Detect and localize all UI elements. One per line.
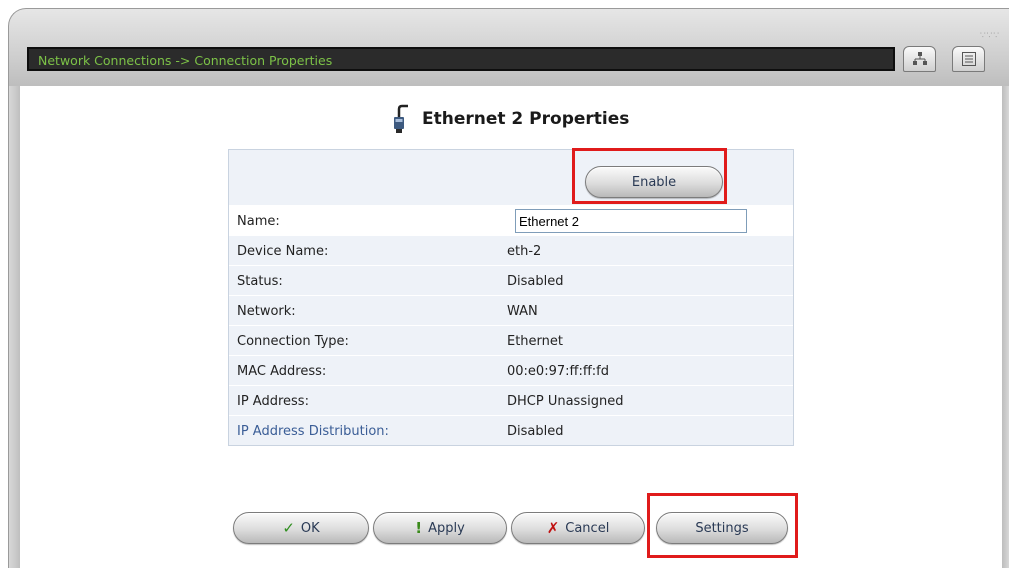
network-map-icon [913,52,927,65]
connection-type-value: Ethernet [507,334,563,349]
table-row: Connection Type: Ethernet [229,325,793,355]
cancel-button-label: Cancel [565,520,610,536]
table-row: MAC Address: 00:e0:97:ff:ff:fd [229,355,793,385]
name-field[interactable] [515,209,747,233]
apply-button-label: Apply [428,520,465,536]
table-row: Network: WAN [229,295,793,325]
ip-address-value: DHCP Unassigned [507,394,624,409]
device-name-label: Device Name: [237,244,329,259]
status-label: Status: [237,274,283,289]
connection-type-label: Connection Type: [237,334,349,349]
mac-address-label: MAC Address: [237,364,327,379]
mac-address-value: 00:e0:97:ff:ff:fd [507,364,609,379]
network-value: WAN [507,304,538,319]
device-name-value: eth-2 [507,244,542,259]
breadcrumb: Network Connections -> Connection Proper… [38,53,333,68]
list-view-icon [962,52,976,66]
list-view-button[interactable] [952,46,985,72]
highlight-box-settings [647,493,798,558]
table-row-name: Name: [229,205,793,235]
check-icon: ✓ [282,519,295,537]
page-title-text: Ethernet 2 Properties [422,109,630,129]
status-value: Disabled [507,274,564,289]
table-row: Device Name: eth-2 [229,235,793,265]
apply-button[interactable]: ! Apply [373,512,507,544]
ok-button-label: OK [300,520,320,536]
table-row: IP Address Distribution: Disabled [229,415,793,445]
network-label: Network: [237,304,296,319]
window-border-right [1002,86,1009,568]
highlight-box-enable [572,148,727,204]
ip-address-distribution-value: Disabled [507,424,564,439]
ip-address-label: IP Address: [237,394,309,409]
table-row: IP Address: DHCP Unassigned [229,385,793,415]
title-bar: Network Connections -> Connection Proper… [27,47,895,71]
ethernet-cable-icon [394,104,408,133]
network-map-button[interactable] [903,46,936,72]
ok-button[interactable]: ✓ OK [233,512,369,544]
cancel-button[interactable]: ✗ Cancel [511,512,645,544]
app-window: ∵∵∵ Network Connections -> Connection Pr… [0,0,1009,568]
cancel-icon: ✗ [546,519,560,537]
name-label: Name: [237,214,280,229]
page-title: Ethernet 2 Properties [390,104,629,134]
resize-grip[interactable]: ∵∵∵ [980,31,1000,41]
content-area: Ethernet 2 Properties Enable Name: Devic… [20,86,1002,568]
ip-address-distribution-link[interactable]: IP Address Distribution: [237,424,389,439]
apply-icon: ! [415,519,423,537]
table-row: Status: Disabled [229,265,793,295]
